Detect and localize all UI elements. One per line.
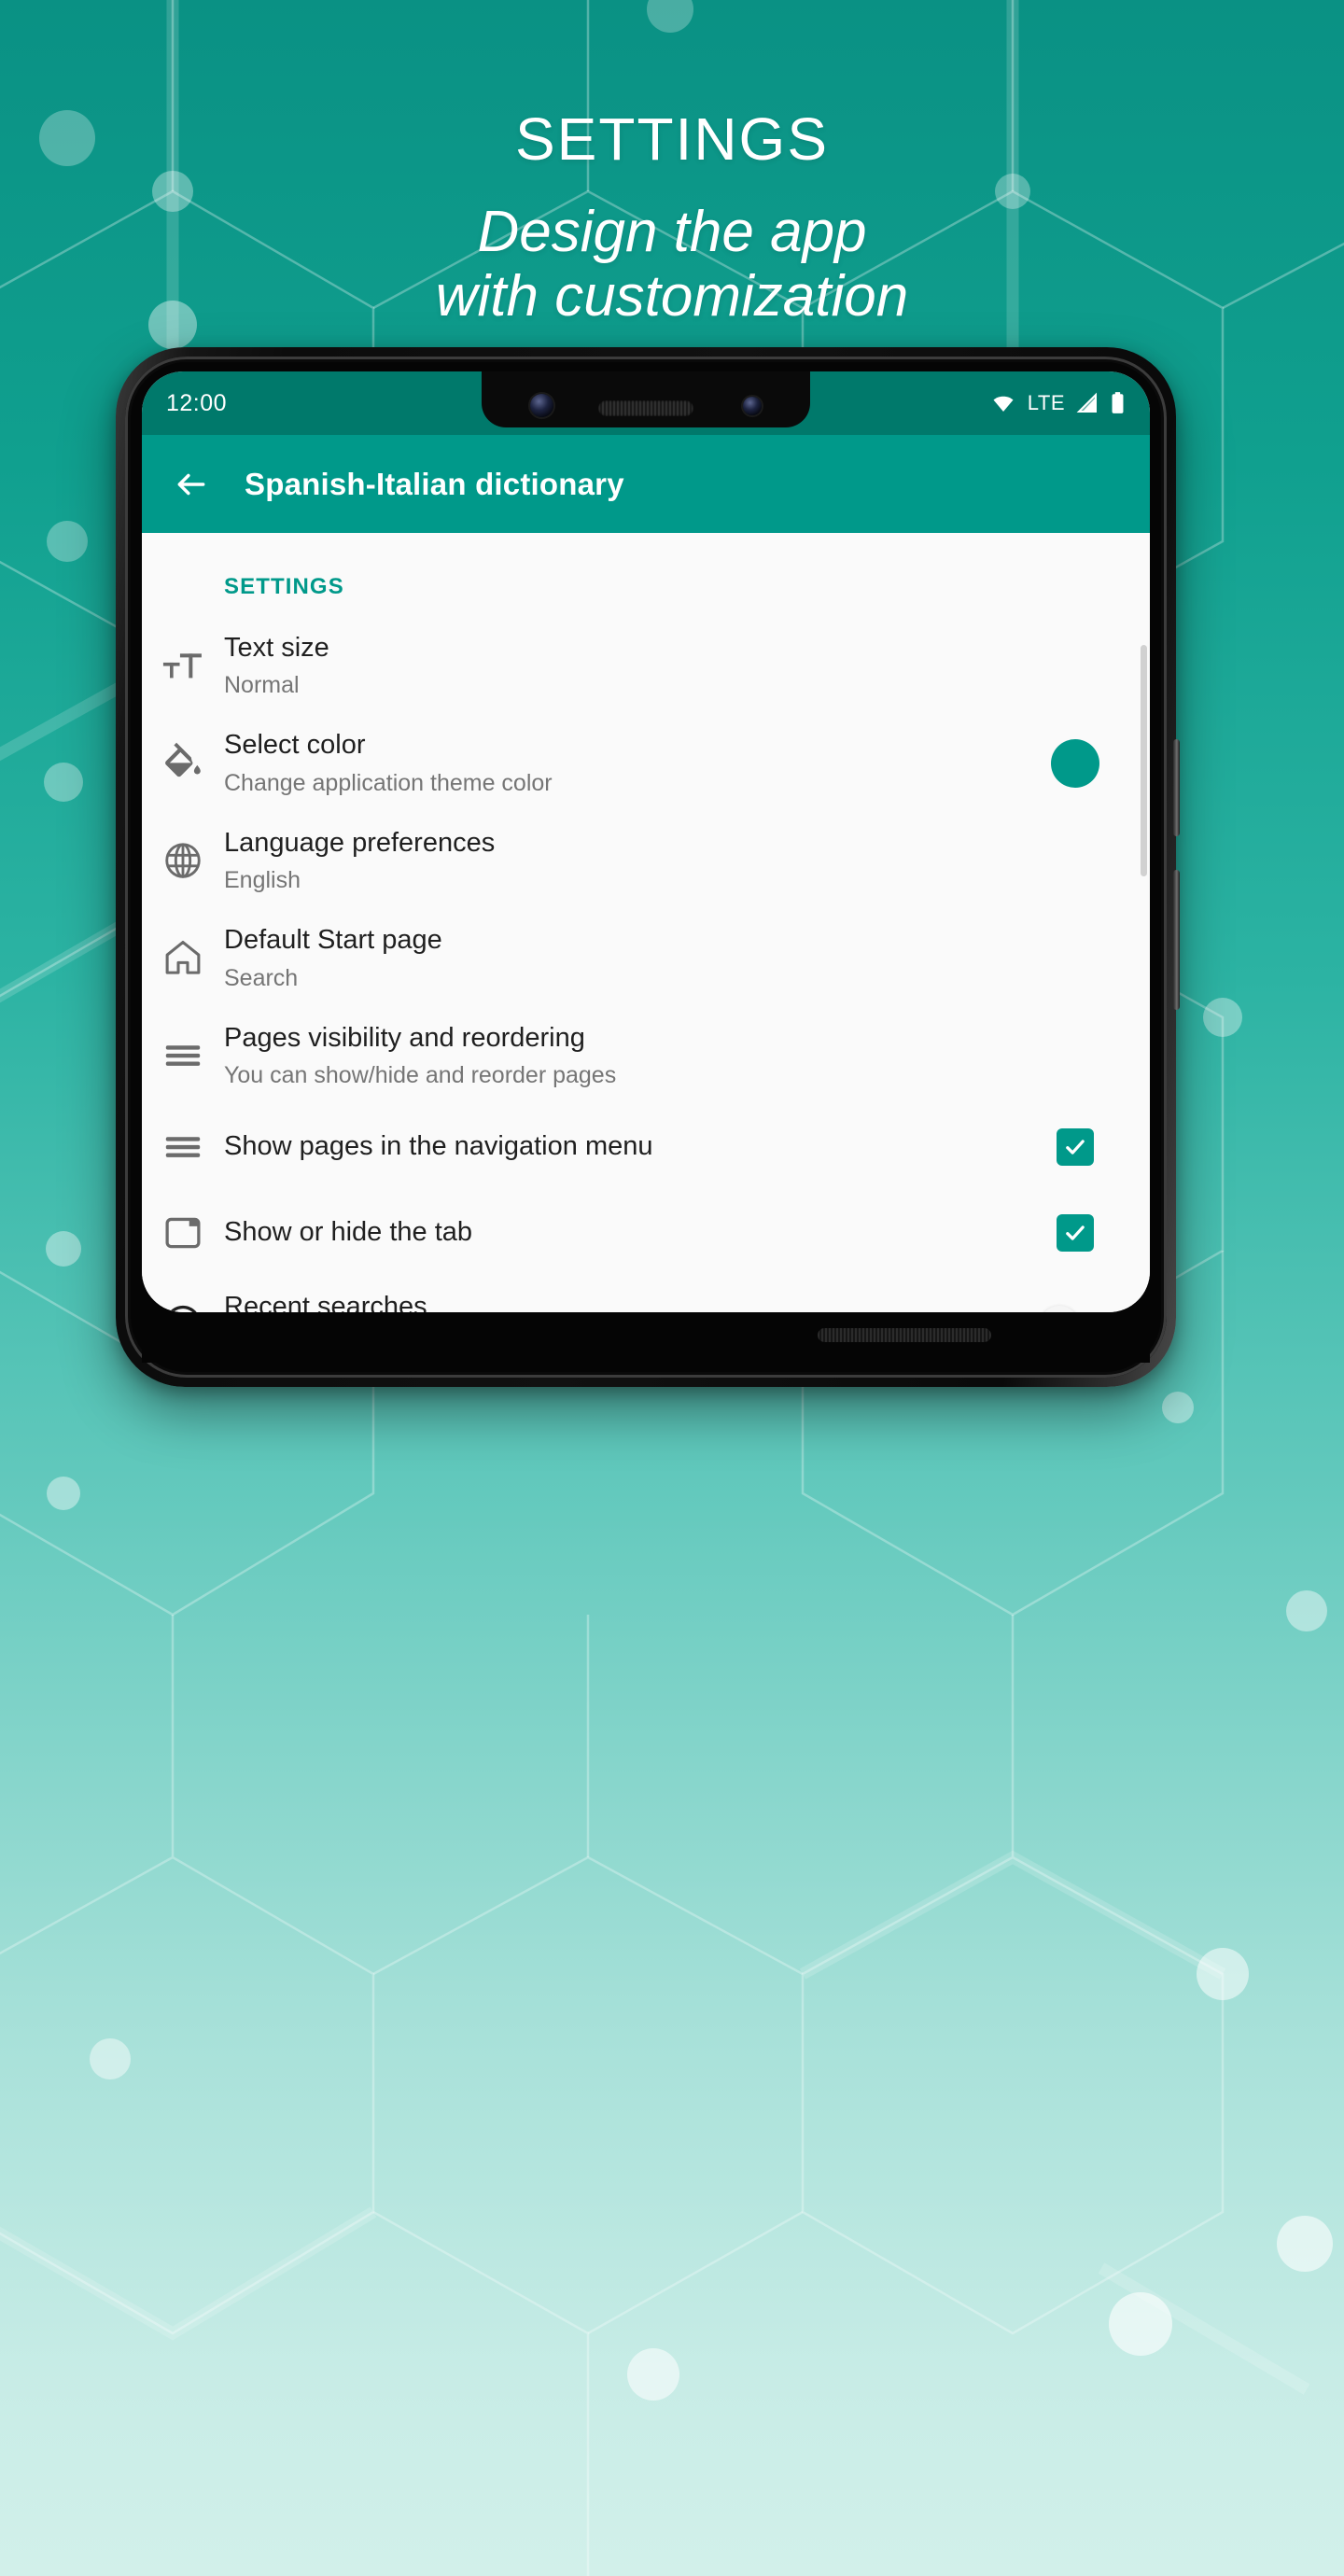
setting-row-recent-searches[interactable]: Recent searches Tap to enable "Recent se… xyxy=(142,1276,1150,1312)
reorder-icon xyxy=(142,1034,224,1077)
home-icon xyxy=(142,936,224,979)
setting-title: Language preferences xyxy=(224,827,496,858)
power-button[interactable] xyxy=(1173,739,1180,836)
setting-text: Language preferences English xyxy=(224,827,1032,894)
globe-icon xyxy=(142,839,224,882)
setting-title: Text size xyxy=(224,633,329,663)
setting-title: Recent searches xyxy=(224,1291,427,1312)
back-button[interactable] xyxy=(166,459,217,510)
setting-text: Text size Normal xyxy=(224,632,1032,699)
network-type-label: LTE xyxy=(1027,391,1065,414)
phone-mockup: 12:00 LTE Spanish-Italian dictionary SET… xyxy=(116,347,1180,1387)
setting-row-default-start-page[interactable]: Default Start page Search xyxy=(142,909,1150,1006)
setting-subtitle: Change application theme color xyxy=(224,769,553,796)
setting-subtitle: Normal xyxy=(224,672,300,699)
setting-control[interactable] xyxy=(1032,738,1118,788)
setting-subtitle: English xyxy=(224,867,301,894)
arrow-left-icon xyxy=(177,473,205,495)
tab-icon xyxy=(142,1211,224,1254)
phone-chin xyxy=(142,1312,1150,1363)
setting-subtitle: You can show/hide and reorder pages xyxy=(224,1061,617,1088)
checkbox-checked[interactable] xyxy=(1057,1127,1094,1166)
setting-control[interactable] xyxy=(1032,1127,1118,1166)
setting-title: Default Start page xyxy=(224,925,442,956)
status-bar-icons: LTE xyxy=(989,391,1126,415)
paint-bucket-icon xyxy=(142,742,224,785)
hero-subtitle-line1: Design the app xyxy=(477,200,867,264)
toggle-thumb xyxy=(1040,1306,1079,1312)
setting-title: Pages visibility and reordering xyxy=(224,1022,585,1053)
setting-text: Default Start page Search xyxy=(224,924,1032,991)
setting-row-text-size[interactable]: Text size Normal xyxy=(142,617,1150,714)
signal-icon xyxy=(1076,392,1097,413)
toggle-switch-off[interactable] xyxy=(1040,1306,1111,1312)
setting-title: Show pages in the navigation menu xyxy=(224,1131,653,1162)
history-icon xyxy=(142,1303,224,1312)
text-size-icon xyxy=(142,644,224,687)
hero-subtitle: Design the app with customization xyxy=(0,200,1344,329)
setting-text: Pages visibility and reordering You can … xyxy=(224,1022,1032,1089)
setting-control[interactable] xyxy=(1032,1213,1118,1252)
setting-row-select-color[interactable]: Select color Change application theme co… xyxy=(142,714,1150,811)
scrollbar[interactable] xyxy=(1141,645,1147,876)
setting-row-language-preferences[interactable]: Language preferences English xyxy=(142,812,1150,909)
reorder-icon xyxy=(142,1126,224,1169)
checkbox-checked[interactable] xyxy=(1057,1213,1094,1252)
color-swatch[interactable] xyxy=(1051,738,1099,788)
hero-section: SETTINGS Design the app with customizati… xyxy=(0,0,1344,329)
phone-screen: 12:00 LTE Spanish-Italian dictionary SET… xyxy=(142,371,1150,1312)
wifi-icon xyxy=(993,396,1014,412)
app-bar: Spanish-Italian dictionary xyxy=(142,435,1150,533)
check-icon xyxy=(1066,1140,1085,1155)
setting-row-show-hide-tab[interactable]: Show or hide the tab xyxy=(142,1190,1150,1276)
settings-list[interactable]: SETTINGS Text size Normal Select color C… xyxy=(142,533,1150,1312)
speaker-grille-icon xyxy=(818,1328,991,1342)
setting-text: Show pages in the navigation menu xyxy=(224,1130,1032,1163)
setting-row-show-pages-nav-menu[interactable]: Show pages in the navigation menu xyxy=(142,1104,1150,1190)
section-header-settings: SETTINGS xyxy=(224,574,344,599)
setting-subtitle: Search xyxy=(224,964,299,991)
front-camera-icon xyxy=(530,394,553,417)
hero-subtitle-line2: with customization xyxy=(435,264,909,329)
page-title: SETTINGS xyxy=(514,105,830,173)
setting-text: Select color Change application theme co… xyxy=(224,729,1032,796)
setting-row-pages-visibility[interactable]: Pages visibility and reordering You can … xyxy=(142,1007,1150,1104)
earpiece-speaker-icon xyxy=(598,400,693,416)
check-icon xyxy=(1066,1225,1085,1240)
display-notch xyxy=(482,371,810,427)
app-bar-title: Spanish-Italian dictionary xyxy=(245,466,624,501)
status-bar: 12:00 LTE xyxy=(142,371,1150,435)
battery-icon xyxy=(1112,392,1124,413)
status-bar-clock: 12:00 xyxy=(166,389,228,416)
setting-title: Show or hide the tab xyxy=(224,1217,473,1248)
setting-text: Recent searches Tap to enable "Recent se… xyxy=(224,1291,1032,1312)
setting-control[interactable] xyxy=(1032,1306,1118,1312)
volume-button[interactable] xyxy=(1173,870,1180,1010)
secondary-camera-icon xyxy=(743,397,762,415)
setting-text: Show or hide the tab xyxy=(224,1216,1032,1249)
setting-title: Select color xyxy=(224,730,366,761)
